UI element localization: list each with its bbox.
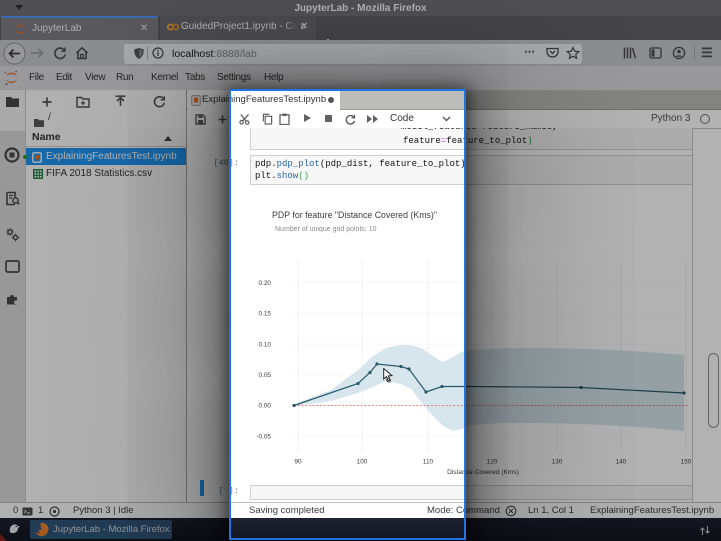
svg-text:140: 140 (616, 459, 627, 466)
svg-text:150: 150 (681, 459, 692, 466)
svg-text:130: 130 (552, 459, 563, 466)
svg-text:120: 120 (487, 459, 498, 466)
